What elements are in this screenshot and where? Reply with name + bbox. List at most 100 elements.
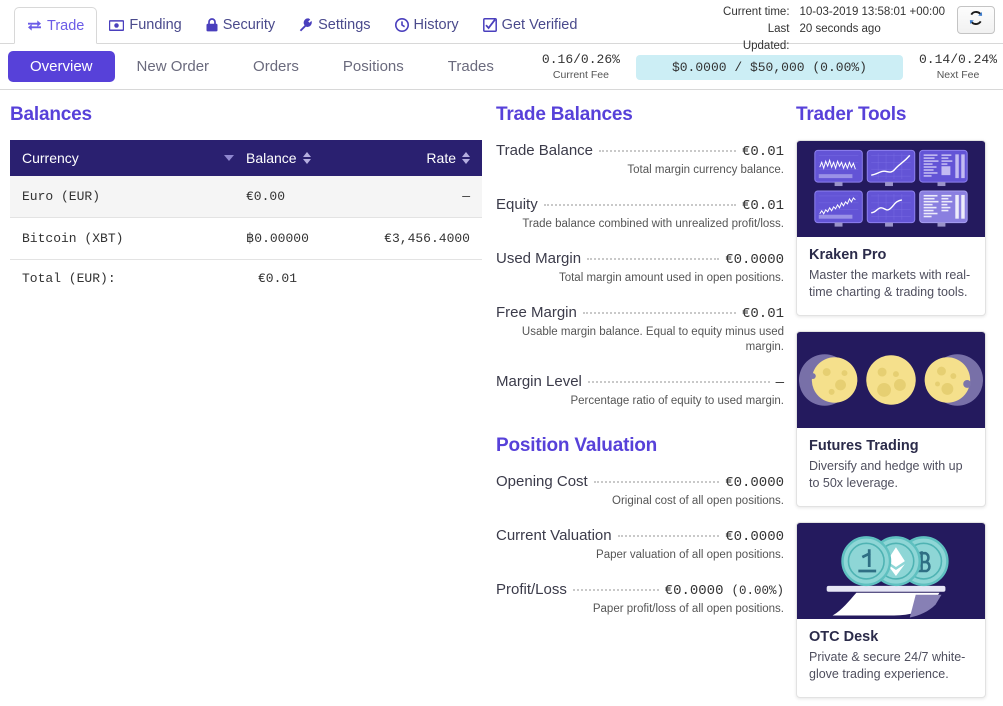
current-fee-label: Current Fee (552, 68, 609, 81)
leader-dots (593, 481, 720, 483)
top-nav-tabs: Trade Funding Security Settings History (0, 0, 590, 44)
current-time-row: Current time: 10-03-2019 13:58:01 +00:00 (722, 4, 945, 21)
nav-tab-settings[interactable]: Settings (287, 7, 382, 43)
cell-total-label: Total (EUR): (22, 271, 116, 286)
trader-tool-card-futures-trading[interactable]: Futures Trading Diversify and hedge with… (796, 331, 986, 507)
subtab-trades[interactable]: Trades (426, 51, 516, 82)
metric-label: Equity (496, 196, 538, 213)
clock-icon (394, 18, 409, 32)
trade-balances-column: Trade Balances Trade Balance €0.01 Total… (496, 90, 796, 706)
metric-value: €0.0000 (725, 529, 784, 545)
metric-label: Trade Balance (496, 142, 594, 159)
cell-total-value: €0.01 (258, 271, 298, 286)
subtab-positions[interactable]: Positions (321, 51, 426, 82)
nav-tab-security[interactable]: Security (194, 7, 287, 43)
balances-table-head: Currency Balance Rate (10, 140, 482, 176)
top-navigation-bar: Trade Funding Security Settings History (0, 0, 1003, 52)
sub-navigation-bar: Overview New Order Orders Positions Trad… (0, 44, 1003, 90)
nav-tab-label: Funding (129, 17, 182, 33)
balances-column: Balances Currency Balance Rate Euro (EUR… (0, 90, 496, 706)
metric-description: Original cost of all open positions. (612, 495, 784, 507)
nav-tab-label: History (413, 17, 459, 33)
nav-tab-label: Trade (47, 17, 85, 34)
metric-description: Trade balance combined with unrealized p… (522, 218, 784, 230)
wrench-icon (299, 18, 313, 32)
column-label: Currency (22, 150, 79, 166)
metric-description: Usable margin balance. Equal to equity m… (521, 326, 784, 353)
nav-tab-get-verified[interactable]: Get Verified (471, 7, 590, 43)
metric-label: Current Valuation (496, 527, 612, 544)
column-label: Rate (426, 150, 456, 166)
balances-table: Currency Balance Rate Euro (EUR) €0.00 —… (10, 140, 482, 297)
trader-tool-card-kraken-pro[interactable]: Kraken Pro Master the markets with real-… (796, 140, 986, 316)
current-fee-block: 0.16/0.26% Current Fee (541, 51, 620, 82)
nav-tab-label: Get Verified (501, 17, 578, 33)
table-row[interactable]: Euro (EUR) €0.00 — (10, 176, 482, 218)
sub-nav-tabs: Overview New Order Orders Positions Trad… (0, 51, 516, 82)
metric-margin-level: Margin Level — Percentage ratio of equit… (496, 373, 784, 409)
refresh-button[interactable] (957, 6, 995, 34)
table-total-row: Total (EUR): €0.01 (10, 260, 482, 298)
column-header-rate[interactable]: Rate (368, 140, 482, 176)
table-header-row: Currency Balance Rate (10, 140, 482, 176)
metric-value: €0.0000 (664, 583, 724, 599)
volume-progress-bar: $0.0000 / $50,000 (0.00%) (635, 54, 903, 80)
cell-currency: Bitcoin (XBT) (10, 217, 246, 260)
fee-summary: 0.16/0.26% Current Fee $0.0000 / $50,000… (542, 44, 997, 90)
card-text: Diversify and hedge with up to 50x lever… (809, 459, 963, 490)
trader-tools-title: Trader Tools (796, 104, 907, 125)
trading-monitors-illustration (797, 141, 985, 237)
nav-tab-funding[interactable]: Funding (97, 7, 193, 43)
cell-total-rate (369, 260, 482, 298)
card-body: OTC Desk Private & secure 24/7 white-glo… (797, 619, 985, 697)
main-content: Balances Currency Balance Rate Euro (EUR… (0, 90, 1003, 706)
balances-table-body: Euro (EUR) €0.00 — Bitcoin (XBT) ฿0.0000… (10, 176, 482, 297)
metric-value: €0.01 (741, 198, 784, 214)
sort-both-icon (302, 152, 311, 164)
nav-tab-trade[interactable]: Trade (14, 7, 98, 44)
subtab-overview[interactable]: Overview (8, 51, 115, 82)
column-header-currency[interactable]: Currency (10, 140, 246, 176)
metric-description: Percentage ratio of equity to used margi… (570, 395, 784, 407)
metric-opening-cost: Opening Cost €0.0000 Original cost of al… (496, 473, 784, 509)
cell-balance: €0.00 (246, 176, 369, 218)
exchange-arrows-icon (27, 19, 42, 32)
leader-dots (617, 535, 720, 537)
cell-rate: €3,456.4000 (368, 217, 482, 260)
trade-balances-title: Trade Balances (496, 104, 633, 125)
trader-tool-card-otc-desk[interactable]: OTC Desk Private & secure 24/7 white-glo… (796, 522, 986, 698)
metric-current-valuation: Current Valuation €0.0000 Paper valuatio… (496, 527, 784, 563)
trader-tools-column: Trader Tools Kraken Pro Master the marke… (796, 90, 1003, 706)
metric-label: Opening Cost (496, 473, 588, 490)
cell-currency: Euro (EUR) (10, 176, 246, 218)
leader-dots (599, 150, 736, 152)
column-header-balance[interactable]: Balance (246, 140, 369, 176)
metric-label: Margin Level (496, 373, 582, 390)
position-valuation-title: Position Valuation (496, 435, 658, 456)
leader-dots (587, 258, 720, 260)
table-row[interactable]: Bitcoin (XBT) ฿0.00000 €3,456.4000 (10, 217, 482, 260)
leader-dots (587, 381, 770, 383)
sort-desc-icon (224, 155, 234, 161)
metric-label: Used Margin (496, 250, 582, 267)
metric-profit-loss: Profit/Loss €0.0000 (0.00%) Paper profit… (496, 581, 784, 617)
metric-value: €0.01 (741, 306, 784, 322)
metric-description: Paper profit/loss of all open positions. (592, 603, 784, 615)
metric-trade-balance: Trade Balance €0.01 Total margin currenc… (496, 142, 784, 178)
metric-description: Total margin currency balance. (627, 164, 784, 176)
subtab-orders[interactable]: Orders (231, 51, 321, 82)
metric-description: Paper valuation of all open positions. (596, 549, 784, 561)
card-text: Master the markets with real-time charti… (809, 268, 971, 299)
balances-title: Balances (10, 104, 92, 125)
current-fee-value: 0.16/0.26% (541, 51, 620, 67)
lock-icon (206, 18, 218, 32)
card-body: Kraken Pro Master the markets with real-… (797, 237, 985, 315)
nav-tab-history[interactable]: History (383, 7, 471, 43)
metric-value: €0.01 (741, 144, 784, 160)
metric-description: Total margin amount used in open positio… (558, 272, 784, 284)
card-title: Kraken Pro (809, 247, 887, 263)
subtab-new-order[interactable]: New Order (115, 51, 232, 82)
banknote-icon (109, 19, 125, 32)
current-time-value: 10-03-2019 13:58:01 +00:00 (799, 6, 945, 18)
next-fee-block: 0.14/0.24% Next Fee (919, 52, 997, 82)
